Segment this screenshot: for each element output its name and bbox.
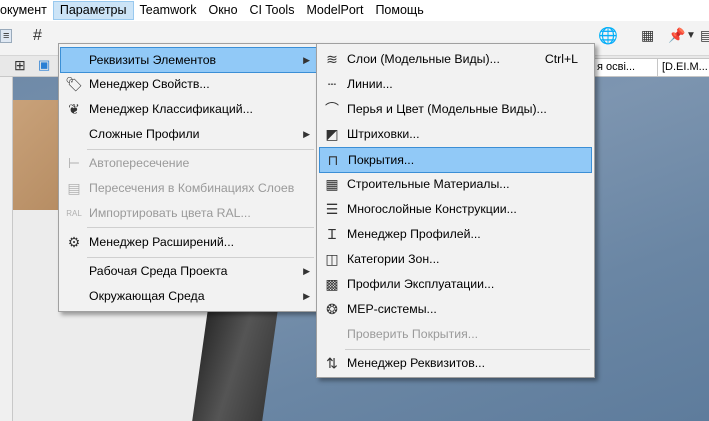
left-toolbox[interactable] [0, 40, 13, 421]
menu-teamwork[interactable]: Teamwork [134, 1, 203, 20]
submenu-arrow-icon: ▶ [303, 54, 310, 65]
globe-icon[interactable]: 🌐 [598, 26, 618, 46]
menu-item-mep-systems[interactable]: ❂ MEP-системы... [319, 297, 592, 321]
menu-item-import-ral[interactable]: RAL Импортировать цвета RAL... [61, 201, 316, 225]
menu-item-environment[interactable]: Окружающая Среда ▶ [61, 284, 316, 308]
layout-icon[interactable]: ▤ [700, 27, 709, 44]
paint-roller-icon: ⊓ [327, 151, 339, 168]
hatch-icon: ◩ [325, 125, 339, 142]
multilayer-icon: ☰ [325, 200, 339, 217]
layers-icon: ≋ [326, 50, 338, 67]
menu-item-auto-intersection[interactable]: ⊢ Автопересечение [61, 151, 316, 175]
submenu-arrow-icon: ▶ [303, 290, 310, 301]
profile-icon: Ɪ [328, 225, 336, 242]
menu-item-lines[interactable]: ┄ Линии... [319, 72, 592, 96]
menu-document[interactable]: окумент [0, 1, 53, 20]
menu-item-hatches[interactable]: ◩ Штриховки... [319, 122, 592, 146]
options-menu: Реквизиты Элементов ▶ 🏷 Менеджер Свойств… [58, 43, 319, 312]
zone-icon: ◫ [325, 250, 339, 267]
menu-help[interactable]: Помощь [369, 1, 429, 20]
schedule-icon: ▩ [325, 275, 339, 292]
menu-modelport[interactable]: ModelPort [300, 1, 369, 20]
tab-layout[interactable]: [D.EI.M... [657, 58, 709, 77]
menu-window[interactable]: Окно [202, 1, 243, 20]
floor-plan-icon[interactable]: ▣ [38, 57, 50, 73]
menubar: окумент Параметры Teamwork Окно CI Tools… [0, 0, 709, 22]
element-attributes-submenu: ≋ Слои (Модельные Виды)... Ctrl+L ┄ Лини… [316, 43, 595, 378]
chevron-down-icon[interactable]: ▼ [686, 30, 696, 41]
pin-icon[interactable]: 📌 [668, 27, 685, 44]
menu-item-building-materials[interactable]: ▦ Строительные Материалы... [319, 172, 592, 196]
submenu-arrow-icon: ▶ [303, 265, 310, 276]
dropdown-icon[interactable]: ≡ [0, 29, 13, 43]
ral-icon: RAL [66, 208, 82, 218]
menu-item-attribute-manager[interactable]: ⇅ Менеджер Реквизитов... [319, 351, 592, 375]
auto-intersect-icon: ⊢ [67, 154, 81, 171]
layer-intersect-icon: ▤ [67, 179, 81, 196]
menu-item-pens-colors[interactable]: ⌒ Перья и Цвет (Модельные Виды)... [319, 97, 592, 121]
menu-item-profile-manager[interactable]: Ɪ Менеджер Профилей... [319, 222, 592, 246]
menu-item-complex-profiles[interactable]: Сложные Профили ▶ [61, 122, 316, 146]
attribute-manager-icon: ⇅ [326, 354, 338, 371]
shortcut-label: Ctrl+L [544, 52, 578, 66]
menu-item-layers[interactable]: ≋ Слои (Модельные Виды)... Ctrl+L [319, 47, 592, 71]
menu-options[interactable]: Параметры [52, 1, 134, 20]
menu-item-element-attributes[interactable]: Реквизиты Элементов ▶ [60, 47, 317, 73]
menu-item-classification-manager[interactable]: ❦ Менеджер Классификаций... [61, 97, 316, 121]
menu-separator [87, 149, 314, 150]
menu-item-project-work-environment[interactable]: Рабочая Среда Проекта ▶ [61, 259, 316, 283]
menu-item-property-manager[interactable]: 🏷 Менеджер Свойств... [61, 72, 316, 96]
grid-view-icon[interactable]: ⊞ [14, 57, 26, 74]
materials-icon: ▦ [325, 175, 339, 192]
menu-item-zone-categories[interactable]: ◫ Категории Зон... [319, 247, 592, 271]
submenu-arrow-icon: ▶ [303, 128, 310, 139]
menu-item-extension-manager[interactable]: ⚙ Менеджер Расширений... [61, 230, 316, 254]
menu-item-composites[interactable]: ☰ Многослойные Конструкции... [319, 197, 592, 221]
tree-icon: ❦ [68, 100, 80, 117]
menu-item-layer-intersections[interactable]: ▤ Пересечения в Комбинациях Слоев [61, 176, 316, 200]
pen-icon: ⌒ [325, 101, 339, 117]
extension-icon: ⚙ [67, 233, 81, 250]
lines-icon: ┄ [327, 75, 337, 92]
mep-icon: ❂ [326, 300, 338, 317]
tab-view[interactable]: я осві... [592, 58, 662, 77]
view-icon[interactable]: ▦ [641, 27, 654, 44]
menu-item-operation-profiles[interactable]: ▩ Профили Эксплуатации... [319, 272, 592, 296]
menu-ci-tools[interactable]: CI Tools [244, 1, 301, 20]
tag-icon: 🏷 [65, 75, 83, 92]
menu-separator [87, 257, 314, 258]
menu-separator [87, 227, 314, 228]
menu-item-surfaces[interactable]: ⊓ Покрытия... [319, 147, 592, 173]
menu-separator [345, 349, 590, 350]
grid-snap-icon[interactable]: # [33, 27, 42, 45]
menu-item-check-surfaces[interactable]: Проверить Покрытия... [319, 322, 592, 346]
